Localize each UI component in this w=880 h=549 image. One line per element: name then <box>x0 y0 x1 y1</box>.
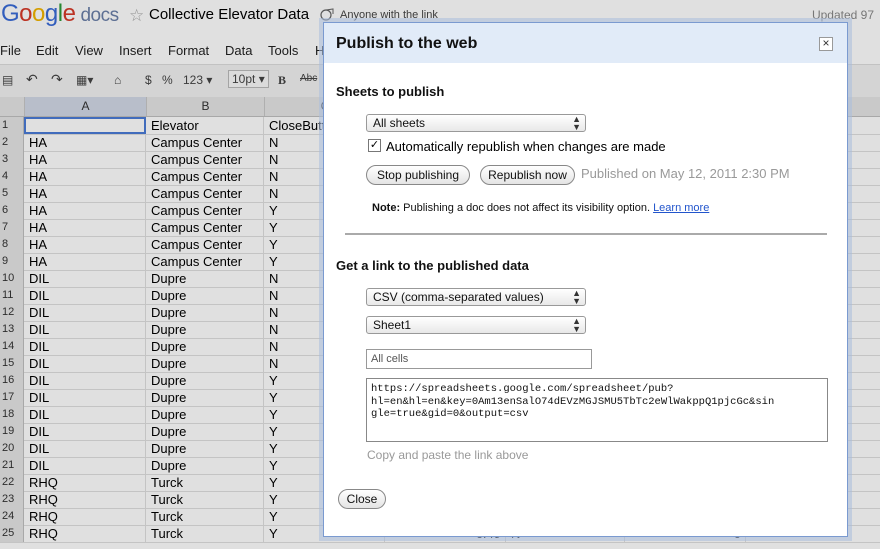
range-input[interactable]: All cells <box>366 349 592 369</box>
sheets-select[interactable]: All sheets ▲ ▼ <box>366 114 586 132</box>
dialog-title: Publish to the web <box>336 35 478 52</box>
stop-publishing-button[interactable]: Stop publishing <box>366 165 470 185</box>
select-arrows-icon: ▲ ▼ <box>572 288 581 306</box>
divider <box>345 233 827 235</box>
learn-more-link[interactable]: Learn more <box>653 202 709 214</box>
select-arrows-icon: ▲ ▼ <box>572 316 581 334</box>
republish-now-button[interactable]: Republish now <box>480 165 575 185</box>
close-button[interactable]: Close <box>338 489 386 509</box>
auto-republish-checkbox[interactable]: ✓ <box>368 139 381 152</box>
sheet-select[interactable]: Sheet1 ▲ ▼ <box>366 316 586 334</box>
copy-hint: Copy and paste the link above <box>367 448 529 462</box>
publish-dialog: Publish to the web × Sheets to publish A… <box>323 22 848 537</box>
visibility-note: Note: Publishing a doc does not affect i… <box>372 202 710 214</box>
format-select[interactable]: CSV (comma-separated values) ▲ ▼ <box>366 288 586 306</box>
published-timestamp: Published on May 12, 2011 2:30 PM <box>581 166 790 181</box>
auto-republish-label[interactable]: Automatically republish when changes are… <box>386 139 666 154</box>
sheets-heading: Sheets to publish <box>336 84 445 99</box>
close-icon[interactable]: × <box>819 37 833 51</box>
published-url-textarea[interactable]: https://spreadsheets.google.com/spreadsh… <box>366 378 828 442</box>
select-arrows-icon: ▲ ▼ <box>572 114 581 132</box>
link-heading: Get a link to the published data <box>336 258 529 273</box>
